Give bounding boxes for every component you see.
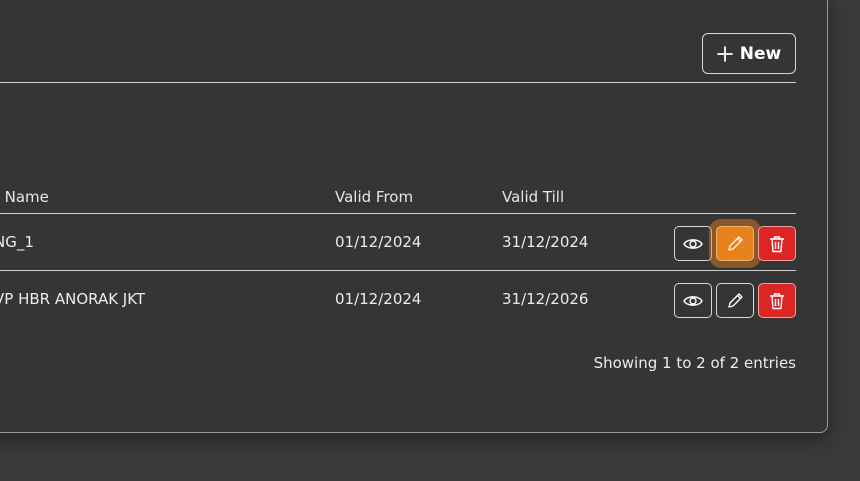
eye-icon [683, 294, 703, 308]
row-name: NG_1 [0, 233, 34, 251]
plus-icon [716, 45, 733, 62]
pagination-summary: Showing 1 to 2 of 2 entries [593, 354, 796, 372]
column-header-valid-till: Valid Till [502, 188, 565, 206]
row-name: VP HBR ANORAK JKT [0, 290, 146, 308]
view-button[interactable] [674, 283, 712, 318]
eye-icon [683, 237, 703, 251]
delete-button[interactable] [758, 283, 796, 318]
row-valid-till: 31/12/2024 [502, 233, 589, 251]
column-header-valid-from: Valid From [335, 188, 414, 206]
edit-button[interactable] [716, 226, 754, 261]
trash-icon [769, 235, 785, 253]
row-valid-till: 31/12/2026 [502, 290, 589, 308]
trash-icon [769, 292, 785, 310]
pencil-icon [726, 292, 744, 310]
new-button-label: New [739, 43, 782, 64]
row-valid-from: 01/12/2024 [335, 290, 422, 308]
pencil-icon [726, 235, 744, 253]
row-divider [0, 270, 796, 271]
table-header-divider [0, 213, 796, 214]
view-button[interactable] [674, 226, 712, 261]
new-button[interactable]: New [702, 33, 796, 74]
row-valid-from: 01/12/2024 [335, 233, 422, 251]
column-header-name: t Name [0, 188, 49, 206]
edit-button[interactable] [716, 283, 754, 318]
header-divider [0, 82, 796, 83]
delete-button[interactable] [758, 226, 796, 261]
